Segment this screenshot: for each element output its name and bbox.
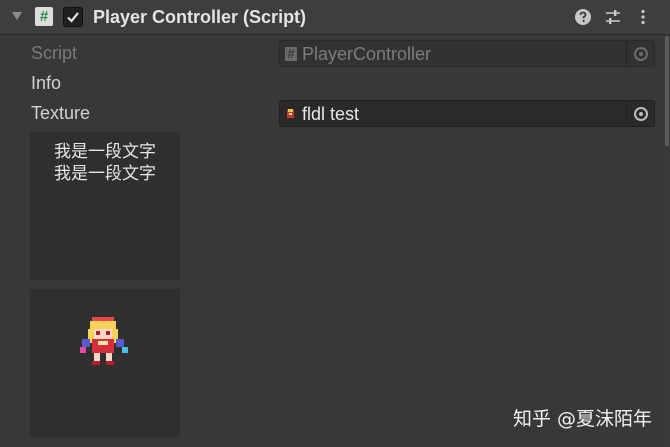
component-header: # Player Controller (Script) bbox=[0, 0, 670, 35]
info-label: Info bbox=[31, 73, 62, 93]
texture-field-value: fldl test bbox=[302, 104, 360, 124]
enabled-checkbox[interactable] bbox=[63, 7, 83, 27]
check-icon bbox=[67, 12, 79, 23]
script-label: Script bbox=[31, 43, 78, 63]
inspector-scrollbar[interactable] bbox=[664, 36, 670, 447]
preset-icon[interactable] bbox=[604, 8, 622, 26]
texture-label: Texture bbox=[31, 103, 91, 123]
watermark: 知乎 @夏沫陌年 bbox=[512, 408, 652, 430]
scrollbar-thumb[interactable] bbox=[665, 36, 669, 146]
help-icon[interactable] bbox=[574, 8, 592, 26]
script-file-icon: # bbox=[285, 47, 297, 61]
component-title: Player Controller (Script) bbox=[93, 7, 307, 27]
texture-preview-box bbox=[30, 289, 180, 437]
script-picker-button bbox=[626, 41, 654, 66]
foldout-arrow-icon[interactable] bbox=[12, 12, 22, 20]
kebab-menu-icon[interactable] bbox=[634, 8, 652, 26]
pixel-character-sprite bbox=[80, 317, 128, 365]
texture-object-field[interactable]: fldl test bbox=[279, 100, 655, 127]
script-field-value: PlayerController bbox=[302, 44, 432, 64]
texture-picker-button[interactable] bbox=[626, 101, 654, 126]
text-preview-box: 我是一段文字 我是一段文字 bbox=[30, 132, 180, 280]
object-picker-icon bbox=[634, 47, 648, 61]
object-picker-icon bbox=[634, 107, 648, 121]
csharp-script-icon: # bbox=[35, 7, 53, 26]
script-object-field: # PlayerController bbox=[279, 40, 655, 67]
preview-text-line: 我是一段文字 bbox=[54, 164, 156, 184]
texture-thumbnail-icon bbox=[287, 109, 294, 118]
